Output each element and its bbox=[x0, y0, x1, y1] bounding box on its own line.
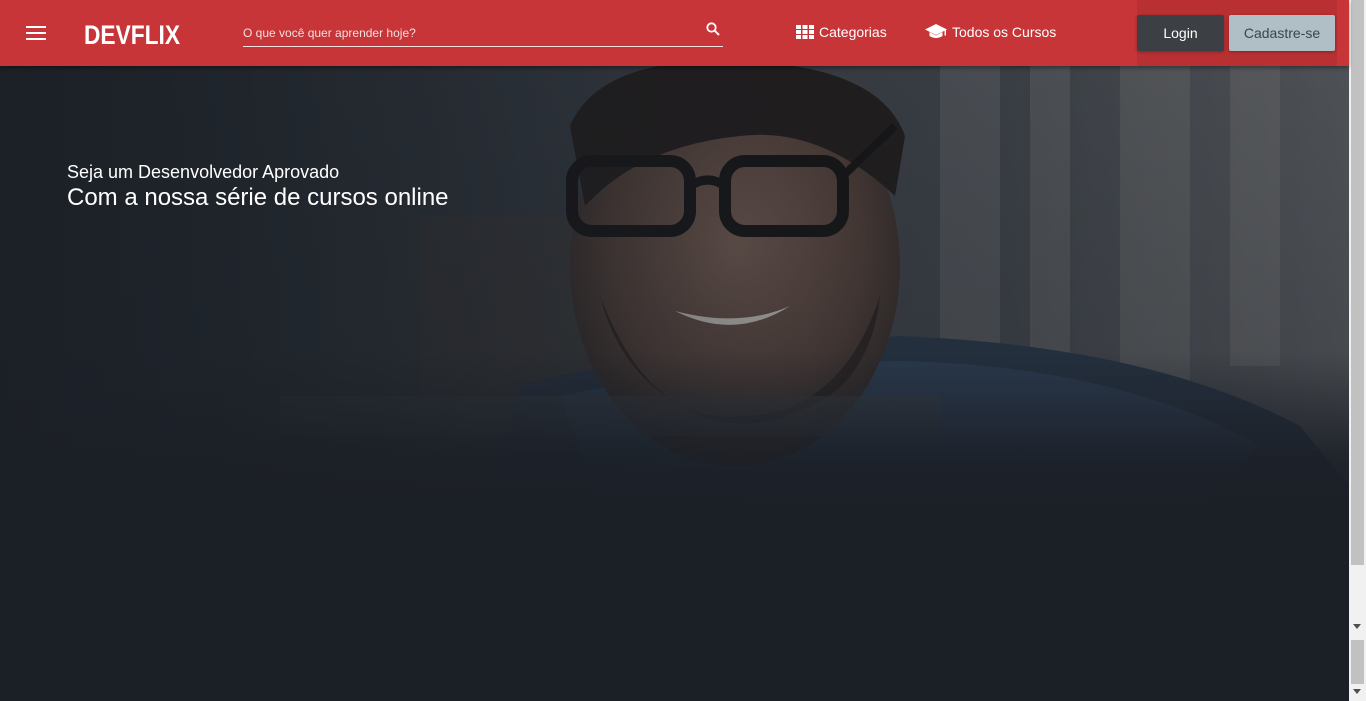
hero-title: Com a nossa série de cursos online bbox=[67, 184, 449, 211]
grid-icon bbox=[796, 25, 814, 39]
vertical-scrollbar[interactable] bbox=[1349, 0, 1366, 701]
scroll-down-arrow-icon[interactable] bbox=[1353, 624, 1361, 629]
signup-button[interactable]: Cadastre-se bbox=[1229, 15, 1335, 51]
scrollbar-track-segment[interactable] bbox=[1351, 640, 1364, 684]
graduation-cap-icon bbox=[925, 24, 947, 38]
search-icon[interactable] bbox=[705, 21, 721, 37]
nav-categories-label: Categorias bbox=[819, 24, 887, 40]
hero-text: Seja um Desenvolvedor Aprovado Com a nos… bbox=[67, 161, 449, 213]
devflix-logo[interactable]: DEVFLIX bbox=[84, 13, 182, 51]
page: DEVFLIX Categorias bbox=[0, 0, 1366, 701]
search-bar bbox=[243, 16, 723, 47]
scroll-down-arrow-icon-bottom[interactable] bbox=[1353, 689, 1361, 694]
top-app-bar: DEVFLIX Categorias bbox=[0, 0, 1349, 66]
scrollbar-thumb[interactable] bbox=[1351, 0, 1364, 565]
nav-categories[interactable]: Categorias bbox=[796, 20, 887, 44]
nav-all-courses-label: Todos os Cursos bbox=[952, 24, 1057, 40]
hero-section: Seja um Desenvolvedor Aprovado Com a nos… bbox=[0, 66, 1349, 701]
menu-button[interactable] bbox=[22, 19, 50, 47]
login-button[interactable]: Login bbox=[1137, 15, 1224, 51]
search-input[interactable] bbox=[243, 24, 693, 42]
nav-all-courses[interactable]: Todos os Cursos bbox=[925, 20, 1056, 44]
logo-text: DEVFLIX bbox=[84, 20, 180, 50]
hero-subtitle: Seja um Desenvolvedor Aprovado bbox=[67, 162, 340, 182]
menu-icon bbox=[26, 26, 46, 40]
